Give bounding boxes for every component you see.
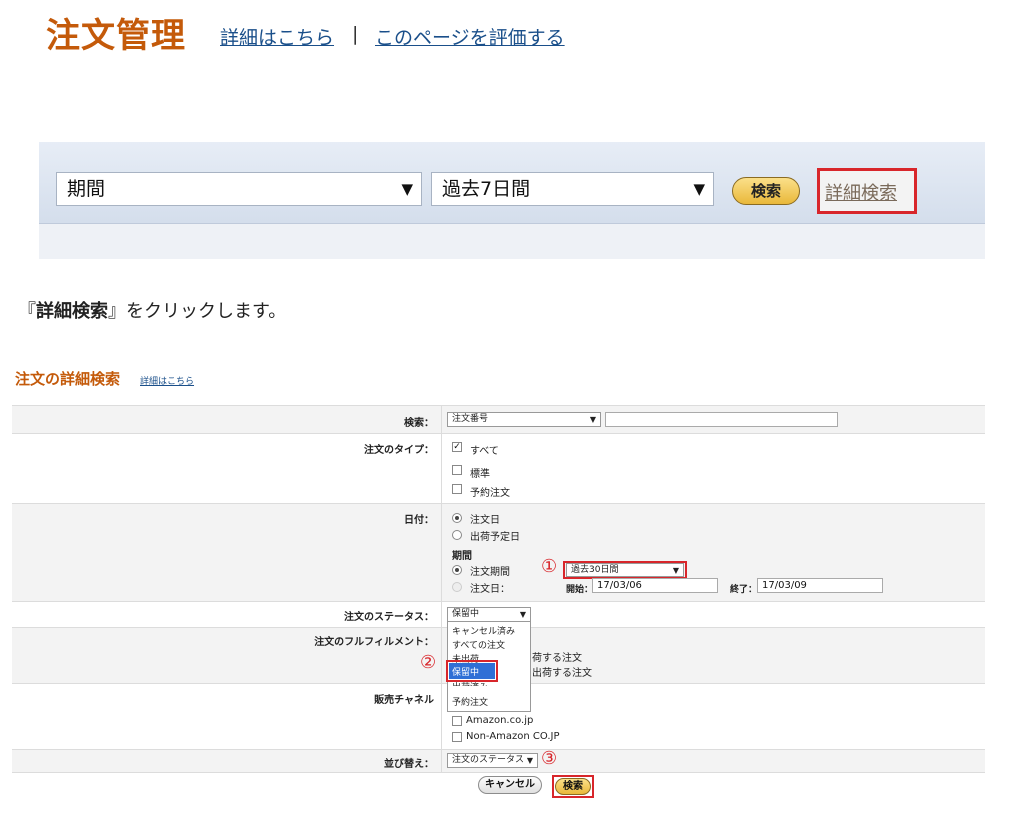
sort-label: 並び替え： [384,759,434,770]
instruction-rest: 』をクリックします。 [108,301,287,322]
fulfillment-option-2: 出荷する注文 [532,668,592,679]
advanced-search-button[interactable]: 検索 [555,778,591,795]
type-standard-label: 標準 [470,469,490,480]
radio-ship-date[interactable] [452,530,462,540]
status-label: 注文のステータス： [344,612,434,623]
fulfillment-label: 注文のフルフィルメント： [314,637,434,648]
chevron-down-icon: ▼ [526,756,533,765]
period-type-select[interactable]: 期間 ▼ [56,172,422,206]
details-link[interactable]: 詳細はこちら [220,23,334,50]
ship-date-label: 出荷予定日 [470,532,520,543]
checkbox-type-standard[interactable] [452,465,462,475]
date-label: 日付： [404,515,434,526]
search-button[interactable]: 検索 [732,177,800,205]
type-preorder-label: 予約注文 [470,488,510,499]
chevron-down-icon: ▼ [519,610,526,619]
channel-non-amazon-label: Non-Amazon CO.JP [466,731,560,742]
status-select-value: 保留中 [452,609,480,619]
instruction-bold: 詳細検索 [36,301,108,322]
sort-select-value: 注文のステータス [452,755,525,765]
period-range-select[interactable]: 過去7日間 ▼ [431,172,714,206]
advanced-search-link[interactable]: 詳細検索 [825,179,897,205]
instruction-open: 『 [18,301,36,322]
marker-1: ① [541,556,558,577]
separator: | [352,23,359,45]
status-option[interactable]: すべての注文 [452,638,505,651]
sort-select[interactable]: 注文のステータス ▼ [447,753,538,768]
period-type-value: 期間 [67,178,106,200]
period-heading: 期間 [452,551,472,562]
start-date-input[interactable]: 17/03/06 [592,578,718,593]
radio-order-period[interactable] [452,565,462,575]
chevron-down-icon: ▼ [693,180,705,198]
column-divider [441,405,442,773]
end-label: 終了： [730,585,758,595]
search-field-select[interactable]: 注文番号 ▼ [447,412,601,427]
marker-2: ② [420,652,437,673]
start-label: 開始： [566,585,594,595]
checkbox-non-amazon[interactable] [452,732,462,742]
end-date-input[interactable]: 17/03/09 [757,578,883,593]
order-period-label: 注文期間 [470,567,510,578]
page-title: 注文管理 [46,16,186,56]
period-range-value: 過去7日間 [442,178,531,200]
chevron-down-icon: ▼ [401,180,413,198]
chevron-down-icon: ▼ [672,566,679,575]
search-field-value: 注文番号 [452,414,489,424]
channel-label: 販売チャネル [374,695,434,706]
channel-amazon-label: Amazon.co.jp [466,715,534,726]
search-input[interactable] [605,412,838,427]
advanced-search-title: 注文の詳細検索 [15,370,121,388]
rate-page-link[interactable]: このページを評価する [375,23,565,50]
checkbox-type-all[interactable]: ✓ [452,442,462,452]
marker-3: ③ [541,748,558,769]
cancel-button[interactable]: キャンセル [478,776,542,794]
order-date-label: 注文日 [470,515,500,526]
status-option[interactable]: 予約注文 [452,695,488,708]
radio-order-date-range[interactable] [452,582,462,592]
instruction-text: 『詳細検索』をクリックします。 [18,297,286,323]
order-date-range-label: 注文日： [470,584,510,595]
checkbox-type-preorder[interactable] [452,484,462,494]
period-select[interactable]: 過去30日間 ▼ [566,563,684,577]
status-select[interactable]: 保留中 ▼ [447,607,531,622]
advanced-help-link[interactable]: 詳細はこちら [140,374,194,387]
status-option-highlight [446,660,498,682]
fulfillment-option-1: 荷する注文 [532,653,582,664]
checkbox-amazon[interactable] [452,716,462,726]
status-option[interactable]: キャンセル済み [452,624,515,637]
search-label: 検索： [404,418,434,429]
period-select-value: 過去30日間 [571,565,619,575]
order-type-label: 注文のタイプ： [364,445,434,456]
type-all-label: すべて [470,446,499,457]
chevron-down-icon: ▼ [589,415,596,424]
radio-order-date[interactable] [452,513,462,523]
